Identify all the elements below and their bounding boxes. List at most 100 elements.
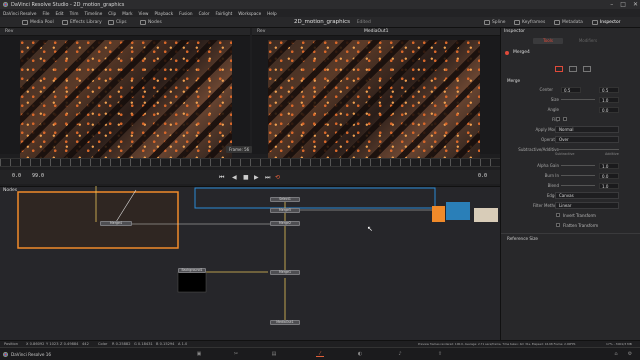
burn-in-field[interactable]: 0.0 [599, 172, 619, 179]
position-z: Z 0.49884 [60, 342, 79, 346]
position-y: Y 1023 [46, 342, 59, 346]
media-pool-button[interactable]: Media Pool [22, 19, 54, 26]
maximize-icon[interactable]: □ [620, 1, 626, 8]
blend-field[interactable]: 1.0 [599, 182, 619, 189]
menu-item[interactable]: Help [267, 11, 277, 16]
menu-item[interactable]: Mark [122, 11, 132, 16]
metadata-label: Metadata [562, 20, 583, 25]
step-back-icon[interactable]: ◀ [232, 174, 237, 181]
menu-item[interactable]: Timeline [84, 11, 102, 16]
apply-mode-select[interactable]: Normal [555, 126, 619, 133]
filter-method-select[interactable]: Linear [555, 202, 619, 209]
underlay-group-orange [17, 191, 179, 249]
settings-tab-icon[interactable] [555, 66, 563, 72]
node-merge4[interactable]: Merge4 [100, 221, 132, 226]
keyframes-label: Keyframes [522, 20, 546, 25]
tool-enable-icon[interactable] [505, 51, 509, 55]
mouse-cursor-icon: ↖ [367, 225, 373, 233]
inspector-button[interactable]: Inspector [592, 19, 620, 26]
apply-mode-row: Apply Mode Normal [501, 126, 640, 134]
node-select1[interactable]: Select1 [270, 197, 300, 202]
menu-item[interactable]: Workspace [238, 11, 261, 16]
time-ruler[interactable] [0, 158, 500, 167]
play-icon[interactable]: ▶ [254, 174, 259, 181]
tab-modifiers[interactable]: Modifiers [573, 38, 603, 44]
app-label: DaVinci Resolve 16 [11, 352, 52, 357]
close-icon[interactable]: ✕ [633, 1, 638, 8]
menu-item[interactable]: Clip [108, 11, 116, 16]
edges-select[interactable]: Canvas [555, 192, 619, 199]
node-mediaout1[interactable]: MediaOut1 [270, 320, 300, 325]
subtractive-additive-slider[interactable] [557, 149, 619, 150]
media-pool-icon [22, 20, 28, 25]
merge-section-header[interactable]: Merge [507, 78, 520, 83]
spline-button[interactable]: Spline [484, 19, 506, 26]
burn-in-slider[interactable] [561, 175, 595, 176]
flatten-transform-row: Flatten Transform [501, 222, 640, 230]
menu-item[interactable]: DaVinci Resolve [3, 11, 36, 16]
clips-icon [108, 20, 114, 25]
left-viewer-label[interactable]: Rev [5, 29, 13, 34]
center-x-field[interactable]: 0.5 [561, 86, 581, 93]
cut-page-icon[interactable]: ✂ [232, 351, 240, 357]
menu-item[interactable]: Playback [154, 11, 173, 16]
tool-name: Merge4 [513, 50, 530, 55]
effects-library-button[interactable]: Effects Library [62, 19, 102, 26]
menu-item[interactable]: Fairlight [216, 11, 233, 16]
alpha-gain-slider[interactable] [561, 165, 595, 166]
timecode-in[interactable]: 0.0 [12, 173, 21, 179]
minimize-icon[interactable]: – [610, 1, 613, 8]
node-merge2[interactable]: Merge2 [270, 221, 300, 226]
common-tab-icon[interactable] [583, 66, 591, 72]
media-page-icon[interactable]: ▣ [195, 351, 203, 357]
blend-label: Blend [547, 183, 559, 188]
node-background1[interactable]: Background1 [178, 268, 206, 273]
menu-item[interactable]: Edit [55, 11, 63, 16]
right-viewer-image [268, 40, 480, 158]
nodes-button[interactable]: Nodes [140, 19, 162, 26]
menu-item[interactable]: Trim [70, 11, 79, 16]
timecode-current[interactable]: 0.0 [478, 173, 487, 179]
color-page-icon[interactable]: ◐ [356, 351, 364, 357]
operator-select[interactable]: Over [555, 136, 619, 143]
flip-horizontal-checkbox[interactable] [556, 117, 560, 121]
media-pool-label: Media Pool [30, 20, 54, 25]
loop-icon[interactable]: ⟲ [275, 174, 280, 181]
size-slider[interactable] [561, 99, 595, 100]
tab-tools[interactable]: Tools [533, 38, 563, 44]
invert-transform-checkbox[interactable] [556, 213, 560, 217]
node-merge5[interactable]: Merge5 [270, 208, 300, 213]
menu-item[interactable]: Fusion [179, 11, 192, 16]
flip-vertical-checkbox[interactable] [563, 117, 567, 121]
menu-item[interactable]: Color [199, 11, 210, 16]
deliver-page-icon[interactable]: ⇪ [436, 351, 444, 357]
metadata-button[interactable]: Metadata [554, 19, 583, 26]
blend-slider[interactable] [561, 185, 595, 186]
edit-page-icon[interactable]: ▤ [270, 351, 278, 357]
timecode-out[interactable]: 99.0 [32, 173, 44, 179]
stop-icon[interactable]: ■ [243, 174, 249, 181]
reference-size-header[interactable]: Reference Size [507, 236, 538, 241]
alpha-gain-field[interactable]: 1.0 [599, 162, 619, 169]
size-field[interactable]: 1.0 [599, 96, 619, 103]
home-icon[interactable]: ⌂ [612, 351, 620, 357]
node-merge1[interactable]: Merge1 [270, 270, 300, 275]
right-viewer-label[interactable]: Rev [257, 29, 265, 34]
thumbnail-blue [446, 202, 470, 220]
color-label: Color [98, 342, 108, 346]
fusion-page-icon[interactable]: ⁄ [316, 351, 324, 357]
menu-item[interactable]: File [42, 11, 49, 16]
size-row: Size 1.0 [501, 96, 640, 104]
menu-item[interactable]: View [139, 11, 149, 16]
go-to-start-icon[interactable]: ⏮ [219, 174, 224, 182]
flatten-transform-checkbox[interactable] [556, 223, 560, 227]
keyframes-button[interactable]: Keyframes [514, 19, 545, 26]
go-to-end-icon[interactable]: ⏭ [265, 174, 270, 182]
angle-field[interactable]: 0.0 [599, 106, 619, 113]
settings-gear-icon[interactable]: ⚙ [626, 351, 634, 357]
mask-tab-icon[interactable] [569, 66, 577, 72]
center-y-field[interactable]: 0.5 [599, 86, 619, 93]
clips-button[interactable]: Clips [108, 19, 127, 26]
toolbar: Media Pool Effects Library Clips Nodes 2… [0, 17, 640, 28]
fairlight-page-icon[interactable]: ♪ [396, 351, 404, 357]
